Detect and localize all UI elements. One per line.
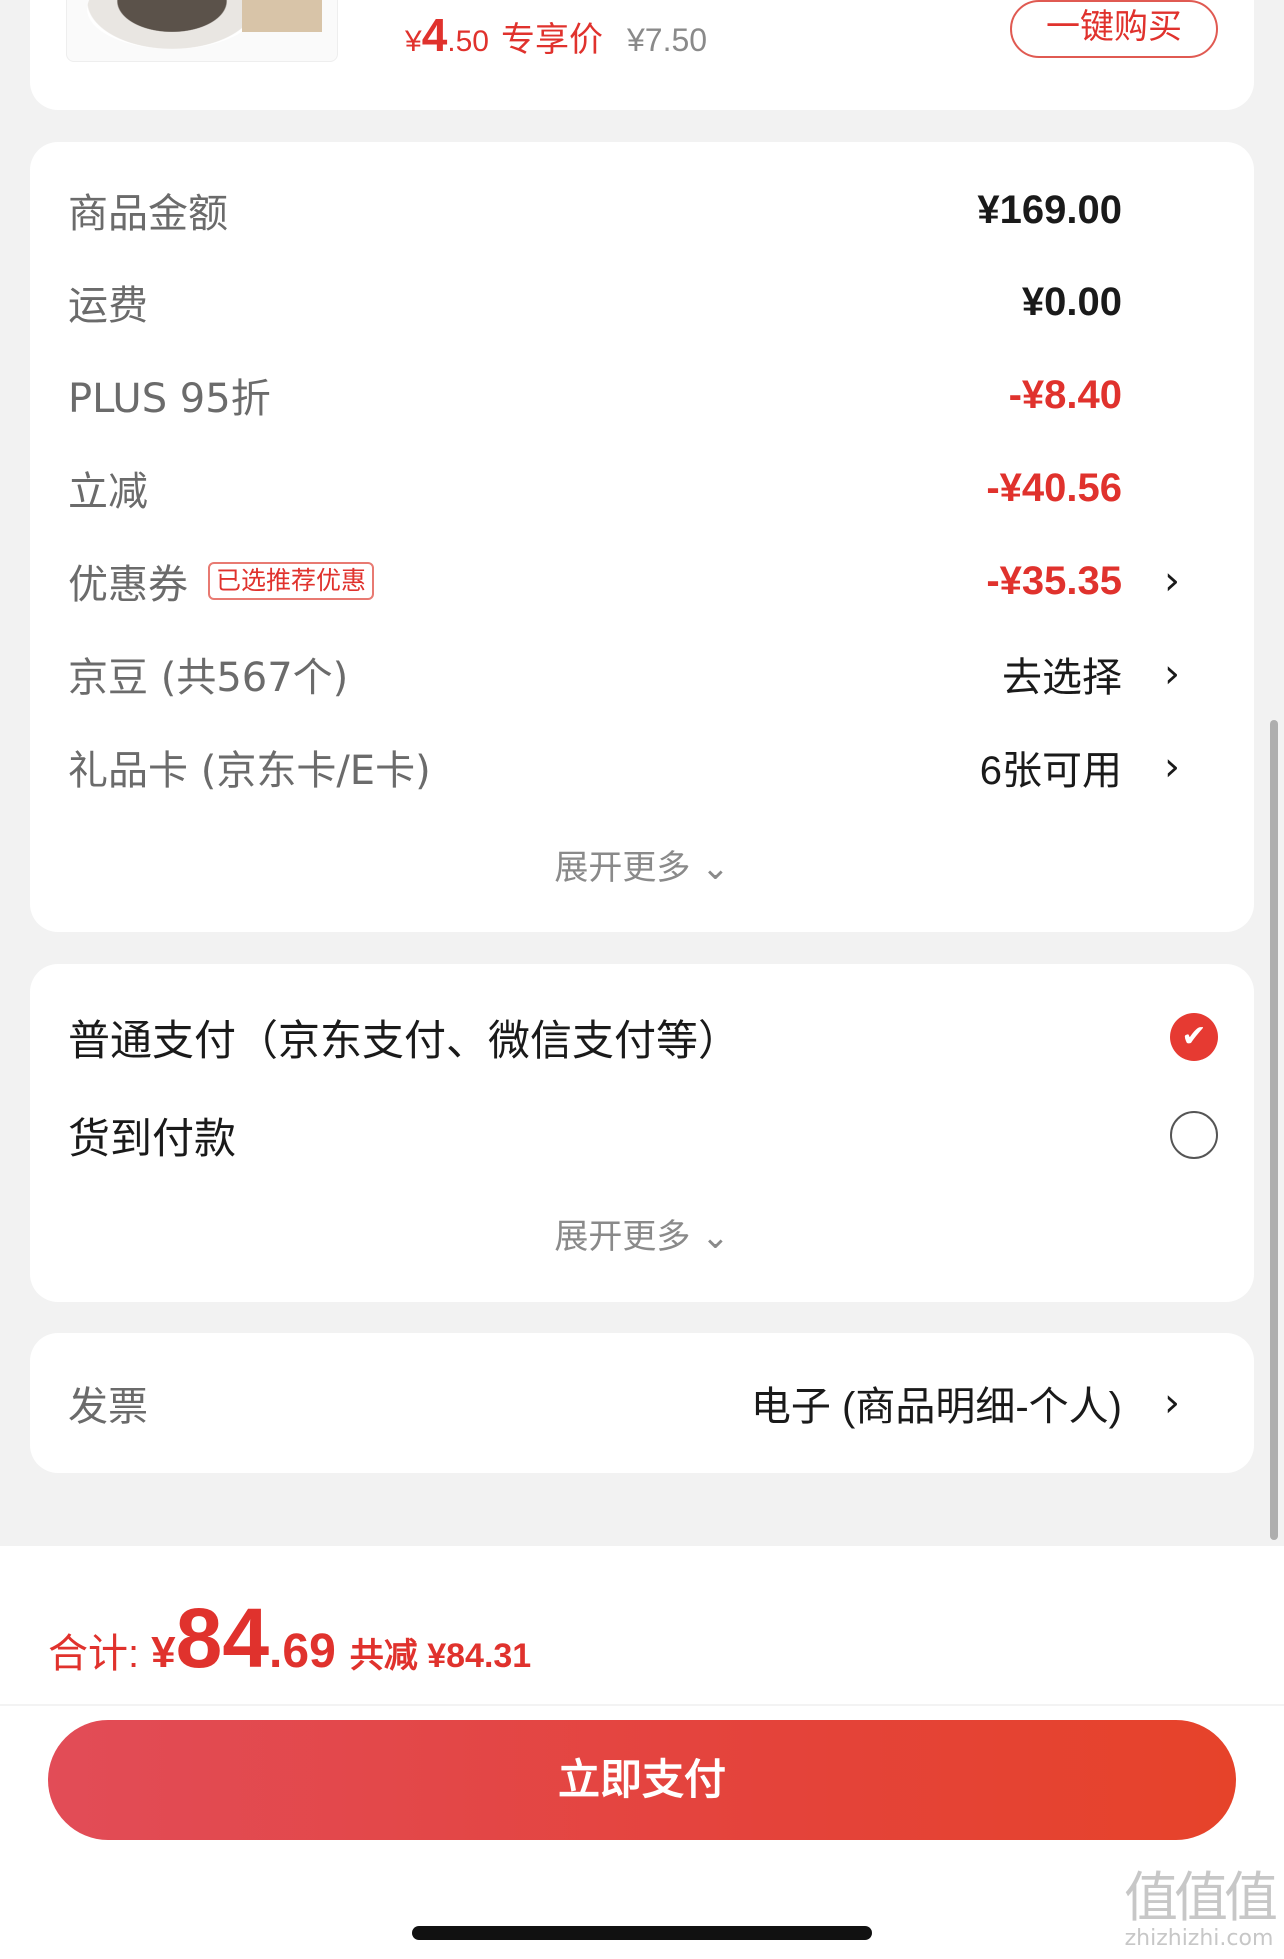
summary-value: -¥40.56 [986,465,1122,510]
total-savings: 共减 ¥84.31 [349,1637,532,1675]
payment-option-normal[interactable]: 普通支付（京东支付、微信支付等） ✔ [68,1002,1218,1072]
watermark-site: zhizhizhi.com [1124,1926,1274,1951]
summary-label: 运费 [68,283,148,329]
summary-row-gift-card[interactable]: 礼品卡 (京东卡/E卡) 6张可用 › [68,737,1216,797]
summary-value: ¥169.00 [977,187,1122,232]
payment-expand-more[interactable]: 展开更多 ⌄ [30,1209,1254,1258]
promo-price-tag: 专享价 [501,21,603,59]
radio-checked-icon[interactable]: ✔ [1170,1013,1218,1061]
promo-currency: ¥ [405,25,422,58]
total-dec: .69 [269,1625,336,1678]
summary-expand-more[interactable]: 展开更多 ⌄ [30,840,1254,889]
summary-label: PLUS 95折 [68,376,271,422]
one-click-buy-button[interactable]: 一键购买 [1010,0,1218,58]
summary-label: 礼品卡 (京东卡/E卡) [68,748,431,794]
chevron-right-icon: › [1164,558,1180,604]
summary-label: 优惠券 [68,562,188,608]
total-summary: 合计: ¥84.69 共减 ¥84.31 [48,1590,531,1687]
watermark: 值值值 zhizhizhi.com [1124,1866,1278,1952]
checkout-bar: 合计: ¥84.69 共减 ¥84.31 立即支付 值值值 zhizhizhi.co… [0,1546,1284,1959]
radio-unchecked-icon[interactable] [1170,1111,1218,1159]
home-indicator[interactable] [412,1926,872,1940]
scrollbar[interactable] [1270,720,1278,1540]
product-thumbnail[interactable] [66,0,338,62]
summary-value: 去选择 [1002,656,1122,700]
summary-label: 立减 [68,469,148,515]
chevron-right-icon: › [1164,744,1180,790]
summary-label: 京豆 (共567个) [68,655,349,701]
total-label: 合计: [48,1632,140,1676]
summary-row-goods-amount: 商品金额 ¥169.00 [68,180,1216,240]
invoice-card[interactable]: 发票 电子 (商品明细-个人) › [30,1333,1254,1473]
total-int: 84 [175,1591,270,1685]
summary-value: ¥0.00 [1021,279,1122,324]
payment-option-label: 货到付款 [68,1113,237,1163]
product-card: ¥4.50 专享价 ¥7.50 一键购买 [30,0,1254,110]
coupon-selected-badge: 已选推荐优惠 [208,562,375,600]
invoice-value: 电子 (商品明细-个人) [750,1385,1122,1429]
summary-row-plus-discount: PLUS 95折 -¥8.40 [68,365,1216,425]
chevron-right-icon: › [1164,651,1180,697]
order-summary-card: 商品金额 ¥169.00 运费 ¥0.00 PLUS 95折 -¥8.40 立减… [30,142,1254,932]
payment-option-cod[interactable]: 货到付款 [68,1100,1218,1170]
summary-row-instant-discount: 立减 -¥40.56 [68,458,1216,518]
divider [0,1704,1284,1706]
total-currency: ¥ [151,1628,176,1677]
summary-value: -¥8.40 [1008,372,1122,417]
promo-price: ¥4.50 专享价 ¥7.50 [405,8,707,62]
original-price: ¥7.50 [627,22,708,58]
summary-row-jingdou[interactable]: 京豆 (共567个) 去选择 › [68,644,1216,704]
product-image-bowl [87,0,257,49]
summary-value: -¥35.35 [986,558,1122,603]
invoice-label: 发票 [68,1384,148,1430]
invoice-row[interactable]: 发票 电子 (商品明细-个人) › [68,1373,1216,1433]
promo-price-dec: .50 [447,25,489,58]
summary-row-coupon[interactable]: 优惠券 已选推荐优惠 -¥35.35 › [68,551,1216,611]
chevron-right-icon: › [1164,1380,1180,1426]
summary-row-shipping: 运费 ¥0.00 [68,272,1216,332]
watermark-logo: 值值值 [1124,1866,1278,1929]
promo-price-int: 4 [421,9,448,61]
summary-value: 6张可用 [979,749,1122,793]
summary-label: 商品金额 [68,191,228,237]
payment-method-card: 普通支付（京东支付、微信支付等） ✔ 货到付款 展开更多 ⌄ [30,964,1254,1302]
payment-option-label: 普通支付（京东支付、微信支付等） [68,1015,741,1065]
pay-now-button[interactable]: 立即支付 [48,1720,1236,1840]
product-image-box [242,0,322,32]
